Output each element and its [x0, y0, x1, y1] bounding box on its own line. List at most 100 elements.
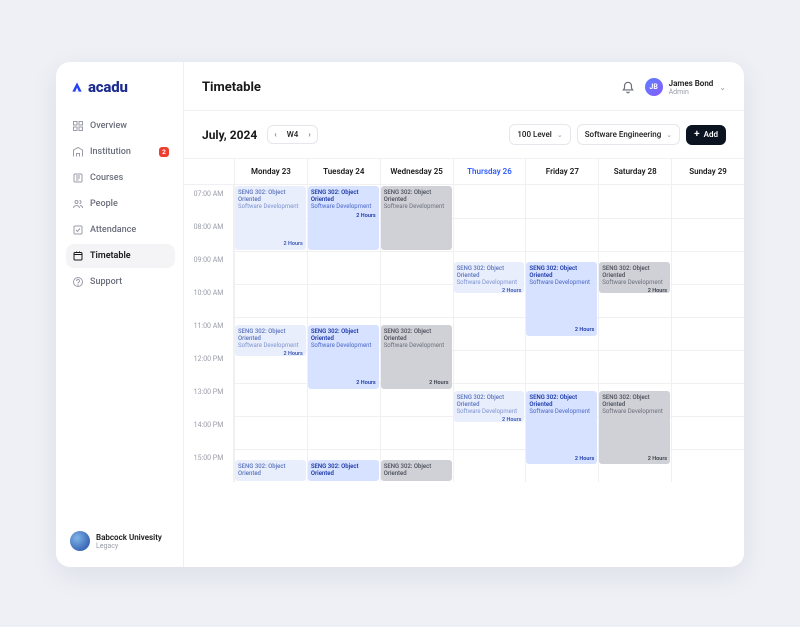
calendar-day-column: SENG 302: Object OrientedSoftware Develo…: [307, 185, 380, 567]
calendar-slot[interactable]: [380, 251, 453, 284]
calendar-event[interactable]: SENG 302: Object OrientedSoftware Develo…: [454, 262, 525, 293]
app-frame: acadu OverviewInstitution2 Courses People A…: [56, 62, 744, 567]
calendar-slot[interactable]: [525, 218, 598, 251]
calendar-slot[interactable]: [598, 350, 671, 383]
calendar-event[interactable]: SENG 302: Object OrientedSoftware Develo…: [599, 391, 670, 465]
calendar-slot[interactable]: [307, 251, 380, 284]
sidebar-nav: OverviewInstitution2 Courses People Attenda…: [66, 114, 175, 294]
calendar-event[interactable]: SENG 302: Object Oriented: [381, 460, 452, 481]
university-card[interactable]: Babcock Univesity Legacy: [66, 525, 175, 557]
week-next-button[interactable]: ›: [302, 126, 316, 143]
calendar-slot[interactable]: [525, 350, 598, 383]
week-picker: ‹ W4 ›: [267, 125, 317, 144]
sidebar-item-label: People: [90, 199, 118, 209]
day-header-cell[interactable]: Thursday 26: [453, 159, 526, 184]
time-label: 07:00 AM: [184, 185, 234, 218]
calendar-slot[interactable]: [671, 251, 744, 284]
calendar-slot[interactable]: [307, 284, 380, 317]
calendar-event[interactable]: SENG 302: Object OrientedSoftware Develo…: [454, 391, 525, 422]
calendar-day-header: Monday 23Tuesday 24Wednesday 25Thursday …: [184, 158, 744, 185]
calendar-event[interactable]: SENG 302: Object OrientedSoftware Develo…: [235, 325, 306, 356]
calendar: Monday 23Tuesday 24Wednesday 25Thursday …: [184, 158, 744, 567]
calendar-event[interactable]: SENG 302: Object Oriented: [308, 460, 379, 481]
calendar-slot[interactable]: [671, 218, 744, 251]
calendar-event[interactable]: SENG 302: Object Oriented: [235, 460, 306, 481]
sidebar-item-overview[interactable]: Overview: [66, 114, 175, 138]
sidebar-item-people[interactable]: People: [66, 192, 175, 216]
calendar-event[interactable]: SENG 302: Object OrientedSoftware Develo…: [526, 262, 597, 336]
sidebar-item-timetable[interactable]: Timetable: [66, 244, 175, 268]
institution-icon: [72, 146, 84, 158]
time-label: 13:00 PM: [184, 383, 234, 416]
program-select[interactable]: Software Engineering ⌄: [577, 124, 680, 145]
calendar-slot[interactable]: [671, 185, 744, 218]
calendar-slot[interactable]: [234, 251, 307, 284]
brand-logo[interactable]: acadu: [66, 78, 175, 114]
calendar-slot[interactable]: [380, 416, 453, 449]
sidebar-item-label: Timetable: [90, 251, 131, 261]
calendar-event[interactable]: SENG 302: Object OrientedSoftware Develo…: [235, 186, 306, 250]
add-button[interactable]: + Add: [686, 125, 726, 145]
support-icon: [72, 276, 84, 288]
notifications-icon[interactable]: [621, 80, 635, 94]
week-label: W4: [283, 126, 303, 143]
calendar-slot[interactable]: [671, 284, 744, 317]
timetable-icon: [72, 250, 84, 262]
calendar-slot[interactable]: [453, 350, 526, 383]
user-name: James Bond: [669, 79, 714, 88]
calendar-slot[interactable]: [598, 185, 671, 218]
calendar-slot[interactable]: [671, 350, 744, 383]
program-select-label: Software Engineering: [585, 130, 662, 139]
sidebar-item-attendance[interactable]: Attendance: [66, 218, 175, 242]
courses-icon: [72, 172, 84, 184]
sidebar-item-support[interactable]: Support: [66, 270, 175, 294]
calendar-slot[interactable]: [671, 317, 744, 350]
day-header-spacer: [184, 159, 234, 184]
level-select-label: 100 Level: [517, 130, 551, 139]
calendar-event[interactable]: SENG 302: Object OrientedSoftware Develo…: [381, 325, 452, 389]
calendar-event[interactable]: SENG 302: Object OrientedSoftware Develo…: [308, 325, 379, 389]
day-header-cell[interactable]: Monday 23: [234, 159, 307, 184]
calendar-slot[interactable]: [234, 416, 307, 449]
calendar-slot[interactable]: [453, 185, 526, 218]
calendar-grid-wrap: 07:00 AM08:00 AM09:00 AM10:00 AM11:00 AM…: [184, 185, 744, 567]
calendar-slot[interactable]: [234, 383, 307, 416]
calendar-slot[interactable]: [234, 284, 307, 317]
add-button-label: Add: [704, 130, 718, 139]
calendar-slot[interactable]: [307, 416, 380, 449]
sidebar-item-label: Institution: [90, 147, 131, 157]
day-header-cell[interactable]: Tuesday 24: [307, 159, 380, 184]
calendar-slot[interactable]: [453, 449, 526, 482]
people-icon: [72, 198, 84, 210]
logo-mark-icon: [70, 80, 84, 94]
plus-icon: +: [694, 130, 700, 140]
calendar-event[interactable]: SENG 302: Object OrientedSoftware Develo…: [381, 186, 452, 250]
user-menu[interactable]: JB James Bond Admin ⌄: [645, 78, 726, 96]
calendar-slot[interactable]: [453, 317, 526, 350]
calendar-slot[interactable]: [598, 218, 671, 251]
day-header-cell[interactable]: Wednesday 25: [380, 159, 453, 184]
calendar-slot[interactable]: [380, 284, 453, 317]
main: Timetable JB James Bond Admin ⌄ July, 20…: [184, 62, 744, 567]
calendar-slot[interactable]: [453, 218, 526, 251]
calendar-event[interactable]: SENG 302: Object OrientedSoftware Develo…: [308, 186, 379, 250]
sidebar-item-label: Courses: [90, 173, 123, 183]
calendar-slot[interactable]: [671, 449, 744, 482]
calendar-event[interactable]: SENG 302: Object OrientedSoftware Develo…: [526, 391, 597, 465]
week-prev-button[interactable]: ‹: [268, 126, 282, 143]
level-select[interactable]: 100 Level ⌄: [509, 124, 570, 145]
day-header-cell[interactable]: Saturday 28: [598, 159, 671, 184]
university-name: Babcock Univesity: [96, 533, 162, 542]
sidebar-item-institution[interactable]: Institution2: [66, 140, 175, 164]
day-header-cell[interactable]: Friday 27: [525, 159, 598, 184]
calendar-slot[interactable]: [671, 383, 744, 416]
calendar-slot[interactable]: [525, 185, 598, 218]
sidebar-item-label: Attendance: [90, 225, 136, 235]
day-header-cell[interactable]: Sunday 29: [671, 159, 744, 184]
sidebar-item-courses[interactable]: Courses: [66, 166, 175, 190]
calendar-event[interactable]: SENG 302: Object OrientedSoftware Develo…: [599, 262, 670, 293]
calendar-slot[interactable]: [671, 416, 744, 449]
calendar-slot[interactable]: [598, 317, 671, 350]
time-label: 11:00 AM: [184, 317, 234, 350]
toolbar: July, 2024 ‹ W4 › 100 Level ⌄ Software E…: [184, 111, 744, 158]
